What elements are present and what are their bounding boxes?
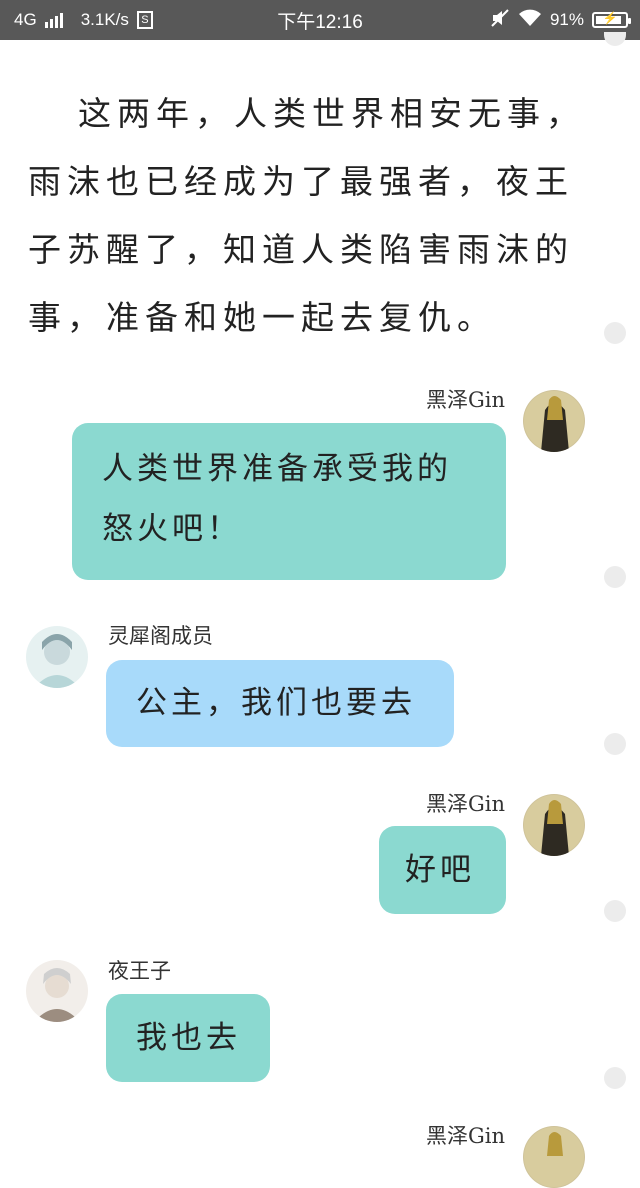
message-bubble[interactable]: 好吧 bbox=[379, 826, 506, 914]
message-sender: 黑泽Gin bbox=[425, 1124, 505, 1148]
message-sender: 灵犀阁成员 bbox=[108, 624, 213, 648]
status-bar: 4G 3.1K/s S 下午12:16 91% ⚡ bbox=[0, 0, 640, 40]
clock: 下午12:16 bbox=[277, 11, 363, 33]
avatar[interactable] bbox=[523, 1126, 585, 1188]
message-sender: 黑泽Gin bbox=[425, 792, 505, 816]
scroll-dot bbox=[604, 900, 626, 922]
message-sender: 黑泽Gin bbox=[425, 388, 505, 412]
scroll-dot bbox=[604, 733, 626, 755]
mute-icon bbox=[490, 8, 510, 33]
message-bubble[interactable]: 公主，我们也要去 bbox=[106, 660, 454, 747]
message-bubble[interactable]: 我也去 bbox=[106, 994, 270, 1082]
narrative-text: 这两年，人类世界相安无事，雨沫也已经成为了最强者，夜王子苏醒了，知道人类陷害雨沫… bbox=[28, 94, 585, 337]
battery-icon: ⚡ bbox=[592, 11, 631, 28]
message-sender: 夜王子 bbox=[108, 959, 171, 983]
avatar[interactable] bbox=[523, 390, 585, 452]
scroll-dot bbox=[604, 566, 626, 588]
avatar[interactable] bbox=[26, 960, 88, 1022]
avatar[interactable] bbox=[26, 626, 88, 688]
avatar[interactable] bbox=[523, 794, 585, 856]
scroll-dot bbox=[604, 322, 626, 344]
wifi-icon bbox=[518, 9, 542, 32]
battery-percent: 91% bbox=[549, 10, 584, 29]
message-bubble[interactable]: 人类世界准备承受我的怒火吧！ bbox=[72, 423, 506, 580]
scroll-dot bbox=[604, 1067, 626, 1089]
scroll-dot bbox=[604, 32, 626, 46]
